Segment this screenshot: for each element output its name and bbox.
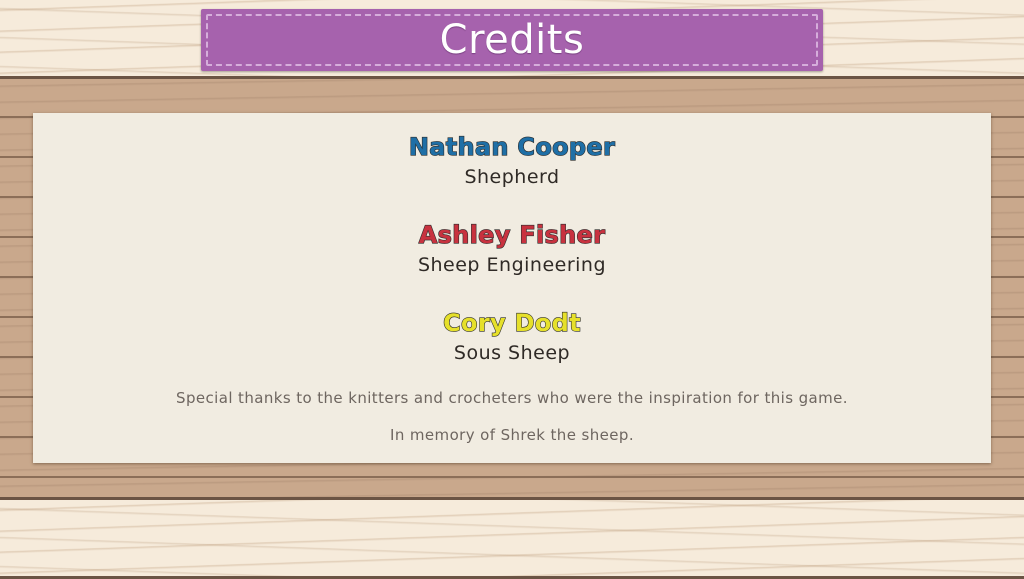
credit-name-2: Ashley Fisher (418, 220, 606, 249)
credits-panel: Nathan Cooper Shepherd Ashley Fisher She… (33, 113, 991, 463)
special-thanks-note: Special thanks to the knitters and croch… (176, 389, 848, 407)
credit-role-3: Sous Sheep (453, 342, 571, 364)
memorial-note: In memory of Shrek the sheep. (390, 426, 634, 444)
credit-name-3: Cory Dodt (443, 308, 582, 337)
credit-name-1: Nathan Cooper (408, 132, 616, 161)
title-banner: Credits (201, 9, 823, 71)
credit-role-2: Sheep Engineering (417, 254, 607, 276)
page-title: Credits (439, 17, 585, 63)
credit-role-1: Shepherd (464, 166, 560, 188)
bottom-wood-plank (0, 497, 1024, 579)
